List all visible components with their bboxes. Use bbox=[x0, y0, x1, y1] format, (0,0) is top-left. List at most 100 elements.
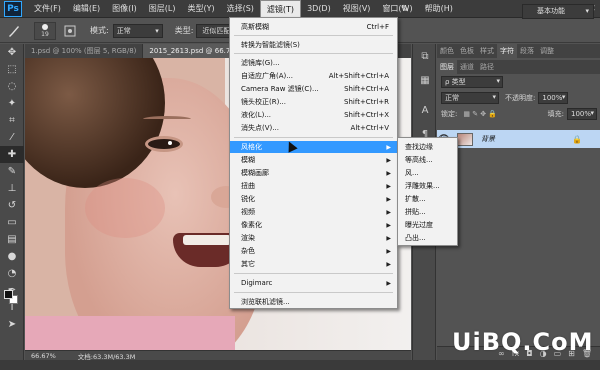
stylize-emboss[interactable]: 浮雕效果... bbox=[398, 180, 457, 192]
zoom-level[interactable]: 66.67% bbox=[31, 352, 56, 360]
filter-noise[interactable]: 杂色 ▶ bbox=[230, 245, 397, 257]
path-select-tool-icon[interactable]: ➤ bbox=[0, 316, 24, 333]
stylize-wind[interactable]: 风... bbox=[398, 167, 457, 179]
menu-select[interactable]: 选择(S) bbox=[221, 0, 260, 18]
submenu-arrow-icon: ▶ bbox=[386, 208, 391, 216]
tab-paths[interactable]: 路径 bbox=[477, 60, 497, 74]
submenu-arrow-icon: ▶ bbox=[386, 156, 391, 164]
tab-color[interactable]: 颜色 bbox=[437, 44, 457, 58]
tab-styles[interactable]: 样式 bbox=[477, 44, 497, 58]
menu-help[interactable]: 帮助(H) bbox=[419, 0, 459, 18]
tab-swatches[interactable]: 色板 bbox=[457, 44, 477, 58]
blur-tool-icon[interactable]: ● bbox=[0, 248, 24, 265]
brush-tool-icon[interactable] bbox=[6, 23, 22, 39]
menu-shortcut: Alt+Shift+Ctrl+A bbox=[328, 72, 389, 80]
stylize-solarize[interactable]: 曝光过度 bbox=[398, 219, 457, 231]
lock-options-icon[interactable]: ▦ ✎ ✥ 🔒 bbox=[463, 110, 497, 118]
character-panel-icon[interactable]: A bbox=[413, 98, 437, 122]
move-tool-icon[interactable]: ✥ bbox=[0, 44, 24, 61]
stylize-find-edges[interactable]: 查找边缘 bbox=[398, 141, 457, 153]
stylize-diffuse[interactable]: 扩散... bbox=[398, 193, 457, 205]
mode-select[interactable]: 正常 bbox=[112, 23, 163, 38]
menu-type[interactable]: 类型(Y) bbox=[181, 0, 220, 18]
workspace-select[interactable]: 基本功能 bbox=[522, 4, 594, 19]
menu-item-label: 浏览联机滤镜... bbox=[241, 298, 290, 306]
filter-blur[interactable]: 模糊 ▶ bbox=[230, 154, 397, 166]
brush-panel-icon[interactable] bbox=[62, 23, 78, 39]
eraser-tool-icon[interactable]: ▭ bbox=[0, 214, 24, 231]
stylize-extrude[interactable]: 凸出... bbox=[398, 232, 457, 244]
history-brush-tool-icon[interactable]: ↺ bbox=[0, 197, 24, 214]
tab-paragraph[interactable]: 段落 bbox=[517, 44, 537, 58]
menu-item-label: 模糊 bbox=[241, 156, 255, 164]
tab-channels[interactable]: 通道 bbox=[457, 60, 477, 74]
menu-edit[interactable]: 编辑(E) bbox=[67, 0, 106, 18]
clone-stamp-tool-icon[interactable]: ⊥ bbox=[0, 180, 24, 197]
menu-layer[interactable]: 图层(L) bbox=[143, 0, 182, 18]
menu-bar: Ps 文件(F) 编辑(E) 图像(I) 图层(L) 类型(Y) 选择(S) 滤… bbox=[0, 0, 600, 18]
crop-tool-icon[interactable]: ⌗ bbox=[0, 112, 24, 129]
menu-image[interactable]: 图像(I) bbox=[106, 0, 143, 18]
filter-render[interactable]: 渲染 ▶ bbox=[230, 232, 397, 244]
filter-other[interactable]: 其它 ▶ bbox=[230, 258, 397, 270]
brush-icon[interactable]: ✎ bbox=[0, 163, 24, 180]
filter-digimarc[interactable]: Digimarc ▶ bbox=[230, 277, 397, 289]
layer-kind-filter[interactable]: ρ 类型 bbox=[441, 76, 503, 88]
layer-filter-row: ρ 类型 bbox=[437, 74, 600, 90]
filter-adaptive-wide-angle[interactable]: 自适应广角(A)... Alt+Shift+Ctrl+A bbox=[230, 70, 397, 82]
stylize-tiles[interactable]: 拼贴... bbox=[398, 206, 457, 218]
filter-distort[interactable]: 扭曲 ▶ bbox=[230, 180, 397, 192]
tab-adjustments[interactable]: 调整 bbox=[537, 44, 557, 58]
spot-healing-tool-icon[interactable]: ✚ bbox=[0, 146, 24, 163]
menu-filter[interactable]: 滤镜(T) bbox=[259, 0, 302, 18]
gradient-tool-icon[interactable]: ▤ bbox=[0, 231, 24, 248]
history-panel-icon[interactable]: ⧉ bbox=[413, 44, 437, 68]
stylize-trace-contour[interactable]: 等高线... bbox=[398, 154, 457, 166]
pressure-icon[interactable]: ✎ bbox=[398, 4, 412, 18]
filter-browse-online[interactable]: 浏览联机滤镜... bbox=[230, 296, 397, 308]
menu-item-label: 转换为智能滤镜(S) bbox=[241, 41, 300, 49]
quick-select-tool-icon[interactable]: ✦ bbox=[0, 95, 24, 112]
brush-preset-picker[interactable]: 19 bbox=[34, 21, 56, 40]
filter-blur-gallery[interactable]: 模糊画廊 ▶ bbox=[230, 167, 397, 179]
blend-mode-select[interactable]: 正常 bbox=[441, 92, 499, 104]
foreground-color-swatch[interactable] bbox=[4, 290, 13, 299]
filter-vanishing-point[interactable]: 消失点(V)... Alt+Ctrl+V bbox=[230, 122, 397, 134]
mode-label: 模式: bbox=[90, 26, 109, 35]
filter-gaussian-blur-last[interactable]: 高斯模糊 Ctrl+F bbox=[230, 21, 397, 33]
marquee-tool-icon[interactable]: ⬚ bbox=[0, 61, 24, 78]
tab-layers[interactable]: 图层 bbox=[437, 60, 457, 74]
menu-view[interactable]: 视图(V) bbox=[337, 0, 377, 18]
site-watermark: UiBQ.CoM bbox=[452, 328, 594, 356]
menu-item-label: Camera Raw 滤镜(C)... bbox=[241, 85, 319, 93]
filter-gallery[interactable]: 滤镜库(G)... bbox=[230, 57, 397, 69]
filter-video[interactable]: 视频 ▶ bbox=[230, 206, 397, 218]
menu-item-label: Digimarc bbox=[241, 279, 273, 287]
menu-3d[interactable]: 3D(D) bbox=[301, 0, 337, 18]
layer-row-background[interactable]: 👁 背景 🔒 bbox=[437, 130, 600, 148]
properties-panel-icon[interactable]: ▦ bbox=[413, 68, 437, 92]
filter-menu-dropdown: 高斯模糊 Ctrl+F 转换为智能滤镜(S) 滤镜库(G)... 自适应广角(A)… bbox=[229, 17, 398, 309]
filter-convert-smart-filter[interactable]: 转换为智能滤镜(S) bbox=[230, 39, 397, 51]
filter-camera-raw[interactable]: Camera Raw 滤镜(C)... Shift+Ctrl+A bbox=[230, 83, 397, 95]
fill-field[interactable]: 100% bbox=[567, 108, 597, 120]
submenu-arrow-icon: ▶ bbox=[386, 260, 391, 268]
menu-item-label: 高斯模糊 bbox=[241, 23, 269, 31]
layer-name: 背景 bbox=[481, 135, 495, 143]
filter-lens-correction[interactable]: 镜头校正(R)... Shift+Ctrl+R bbox=[230, 96, 397, 108]
opacity-field[interactable]: 100% bbox=[538, 92, 569, 104]
submenu-arrow-icon: ▶ bbox=[386, 169, 391, 177]
eyedropper-tool-icon[interactable]: ⁄ bbox=[0, 129, 24, 146]
filter-stylize[interactable]: 风格化 ▶ bbox=[230, 141, 397, 153]
dodge-tool-icon[interactable]: ◔ bbox=[0, 265, 24, 282]
filter-pixelate[interactable]: 像素化 ▶ bbox=[230, 219, 397, 231]
filter-sharpen[interactable]: 锐化 ▶ bbox=[230, 193, 397, 205]
menu-file[interactable]: 文件(F) bbox=[28, 0, 67, 18]
color-panel-tabs: 颜色 色板 样式 字符 段落 调整 bbox=[437, 44, 600, 58]
lasso-tool-icon[interactable]: ◌ bbox=[0, 78, 24, 95]
brush-tip-icon bbox=[42, 23, 48, 30]
filter-liquify[interactable]: 液化(L)... Shift+Ctrl+X bbox=[230, 109, 397, 121]
tab-character[interactable]: 字符 bbox=[497, 44, 517, 58]
stylize-submenu: 查找边缘 等高线... 风... 浮雕效果... 扩散... 拼贴... 曝光过… bbox=[397, 137, 458, 246]
document-tab[interactable]: 1.psd @ 100% (图层 5, RGB/8) bbox=[25, 44, 144, 58]
